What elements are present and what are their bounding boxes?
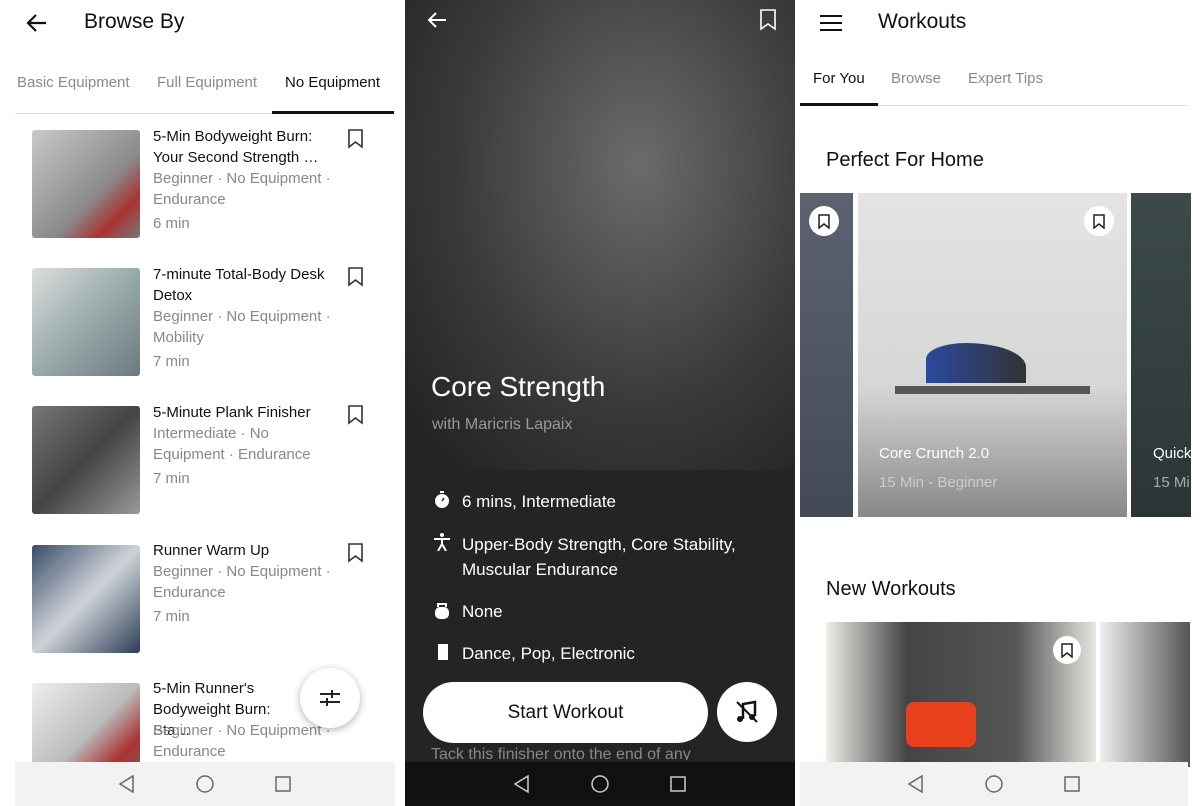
sliders-icon xyxy=(320,690,340,706)
new-workout-card-partial[interactable] xyxy=(1100,622,1190,767)
nav-recents-icon[interactable] xyxy=(668,774,688,794)
card-meta: 15 Mi xyxy=(1153,474,1190,491)
item-title: 7-minute Total-Body Desk Detox xyxy=(153,266,325,304)
tab-full-equipment[interactable]: Full Equipment xyxy=(157,74,257,91)
menu-icon[interactable] xyxy=(820,14,842,32)
section-title: New Workouts xyxy=(826,578,956,600)
tab-no-equipment[interactable]: No Equipment xyxy=(285,74,380,91)
section-title: Perfect For Home xyxy=(826,149,984,171)
item-meta: Beginner · No Equipment · Endurance xyxy=(153,170,331,208)
item-title: Runner Warm Up xyxy=(153,542,270,559)
bookmark-icon[interactable] xyxy=(759,9,777,31)
music-off-icon xyxy=(736,700,758,723)
nav-back-icon[interactable] xyxy=(906,774,926,794)
item-title: 5-Minute Plank Finisher xyxy=(153,404,311,421)
bookmark-button[interactable] xyxy=(1084,206,1114,236)
stopwatch-icon xyxy=(435,491,449,508)
back-arrow-icon[interactable] xyxy=(427,11,447,29)
music-toggle-button[interactable] xyxy=(717,682,777,742)
system-nav-bar xyxy=(800,762,1188,806)
new-workout-card[interactable] xyxy=(826,622,1096,767)
nav-home-icon[interactable] xyxy=(984,774,1004,794)
bookmark-button[interactable] xyxy=(809,206,839,236)
bookmark-button[interactable] xyxy=(1053,636,1081,664)
duration-level: 6 mins, Intermediate xyxy=(462,492,617,511)
focus-areas: Upper-Body Strength, Core Stability, Mus… xyxy=(462,535,736,579)
back-arrow-icon[interactable] xyxy=(26,13,48,33)
active-tab-indicator xyxy=(800,103,878,106)
item-title: 5-Min Bodyweight Burn: Your Second Stren… xyxy=(153,128,319,166)
workout-card[interactable]: Core Crunch 2.0 15 Min - Beginner xyxy=(858,193,1127,517)
tab-basic-equipment[interactable]: Basic Equipment xyxy=(17,74,130,91)
music-genres: Dance, Pop, Electronic xyxy=(462,644,635,663)
figure-icon xyxy=(434,533,450,551)
bookmark-icon[interactable] xyxy=(347,129,364,149)
workout-card-partial[interactable]: Quick 15 Mi xyxy=(1131,193,1191,517)
nav-recents-icon[interactable] xyxy=(1062,774,1082,794)
workout-thumbnail xyxy=(32,406,140,514)
browse-by-screen: Browse By Basic Equipment Full Equipment… xyxy=(0,0,400,806)
workout-thumbnail xyxy=(32,545,140,653)
music-icon xyxy=(438,644,448,660)
workout-description: Tack this finisher onto the end of any xyxy=(431,746,691,760)
workout-thumbnail xyxy=(32,130,140,238)
item-meta: Beginner · No Equipment · Mobility xyxy=(153,308,331,346)
bookmark-icon[interactable] xyxy=(347,405,364,425)
card-title: Core Crunch 2.0 xyxy=(879,445,990,462)
item-meta: Intermediate · No Equipment · Endurance xyxy=(153,425,311,463)
start-workout-button[interactable]: Start Workout xyxy=(423,682,708,743)
item-meta: Beginner · No Equipment · Endurance xyxy=(153,722,331,760)
bookmark-icon xyxy=(1093,213,1105,229)
card-title: Quick xyxy=(1153,445,1191,462)
workout-title: Core Strength xyxy=(431,371,606,402)
system-nav-bar xyxy=(15,762,395,806)
tab-expert-tips[interactable]: Expert Tips xyxy=(968,70,1043,87)
system-nav-bar xyxy=(405,762,795,806)
active-tab-indicator xyxy=(272,111,394,114)
item-meta: Beginner · No Equipment · Endurance xyxy=(153,563,331,601)
nav-recents-icon[interactable] xyxy=(273,774,293,794)
workout-thumbnail xyxy=(32,268,140,376)
bookmark-icon[interactable] xyxy=(347,267,364,287)
tab-browse[interactable]: Browse xyxy=(891,70,941,87)
item-duration: 6 min xyxy=(153,215,190,232)
filter-button[interactable] xyxy=(300,668,360,728)
nav-home-icon[interactable] xyxy=(590,774,610,794)
kettlebell-icon xyxy=(435,603,449,619)
nav-home-icon[interactable] xyxy=(195,774,215,794)
person-image xyxy=(926,343,1026,383)
person-image xyxy=(906,702,976,747)
bookmark-icon xyxy=(818,213,830,229)
card-meta: 15 Min - Beginner xyxy=(879,474,998,491)
bookmark-icon[interactable] xyxy=(347,543,364,563)
nav-back-icon[interactable] xyxy=(512,774,532,794)
workout-card-partial[interactable] xyxy=(800,193,853,517)
item-duration: 7 min xyxy=(153,353,190,370)
item-duration: 7 min xyxy=(153,470,190,487)
tab-for-you[interactable]: For You xyxy=(813,70,865,87)
mat-image xyxy=(895,386,1090,394)
bookmark-icon xyxy=(1061,642,1073,658)
item-duration: 7 min xyxy=(153,608,190,625)
trainer-name: with Maricris Lapaix xyxy=(432,416,573,433)
workouts-screen: Workouts For You Browse Expert Tips Perf… xyxy=(800,0,1200,806)
page-title: Workouts xyxy=(878,10,967,33)
nav-back-icon[interactable] xyxy=(117,774,137,794)
page-title: Browse By xyxy=(84,10,185,33)
equipment: None xyxy=(462,602,503,621)
